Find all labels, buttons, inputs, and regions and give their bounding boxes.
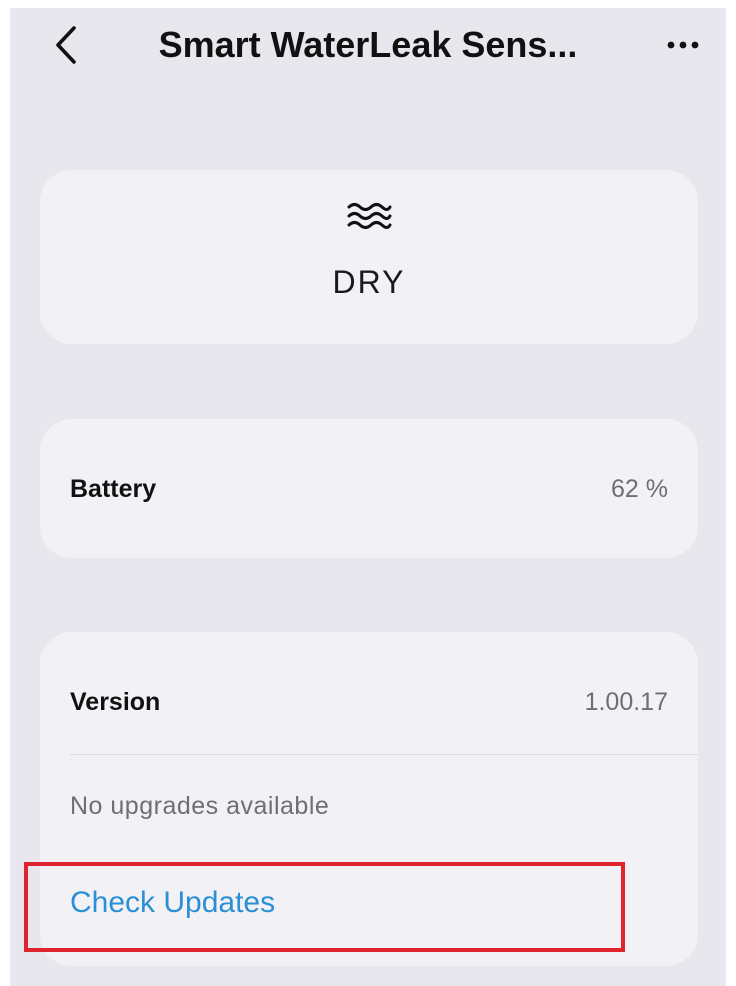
more-horizontal-icon [667,41,699,49]
version-card: Version 1.00.17 No upgrades available Ch… [40,632,698,966]
back-button[interactable] [44,22,88,68]
version-value: 1.00.17 [584,688,668,716]
upgrade-status-text: No upgrades available [70,792,330,820]
battery-label: Battery [70,475,157,503]
leak-status-value: DRY [332,264,406,300]
more-options-button[interactable] [660,30,706,60]
version-label: Version [70,688,161,716]
top-bar: Smart WaterLeak Sens... [10,8,726,88]
water-waves-icon [347,203,392,229]
battery-card: Battery 62 % [40,419,698,558]
app-screen: Smart WaterLeak Sens... DRY Battery 62 %… [10,8,726,986]
divider [70,754,698,755]
chevron-left-icon [56,26,76,64]
battery-value: 62 % [611,475,668,503]
page-title: Smart WaterLeak Sens... [158,24,578,65]
leak-status-card: DRY [40,170,698,344]
check-updates-button[interactable]: Check Updates [70,886,275,920]
